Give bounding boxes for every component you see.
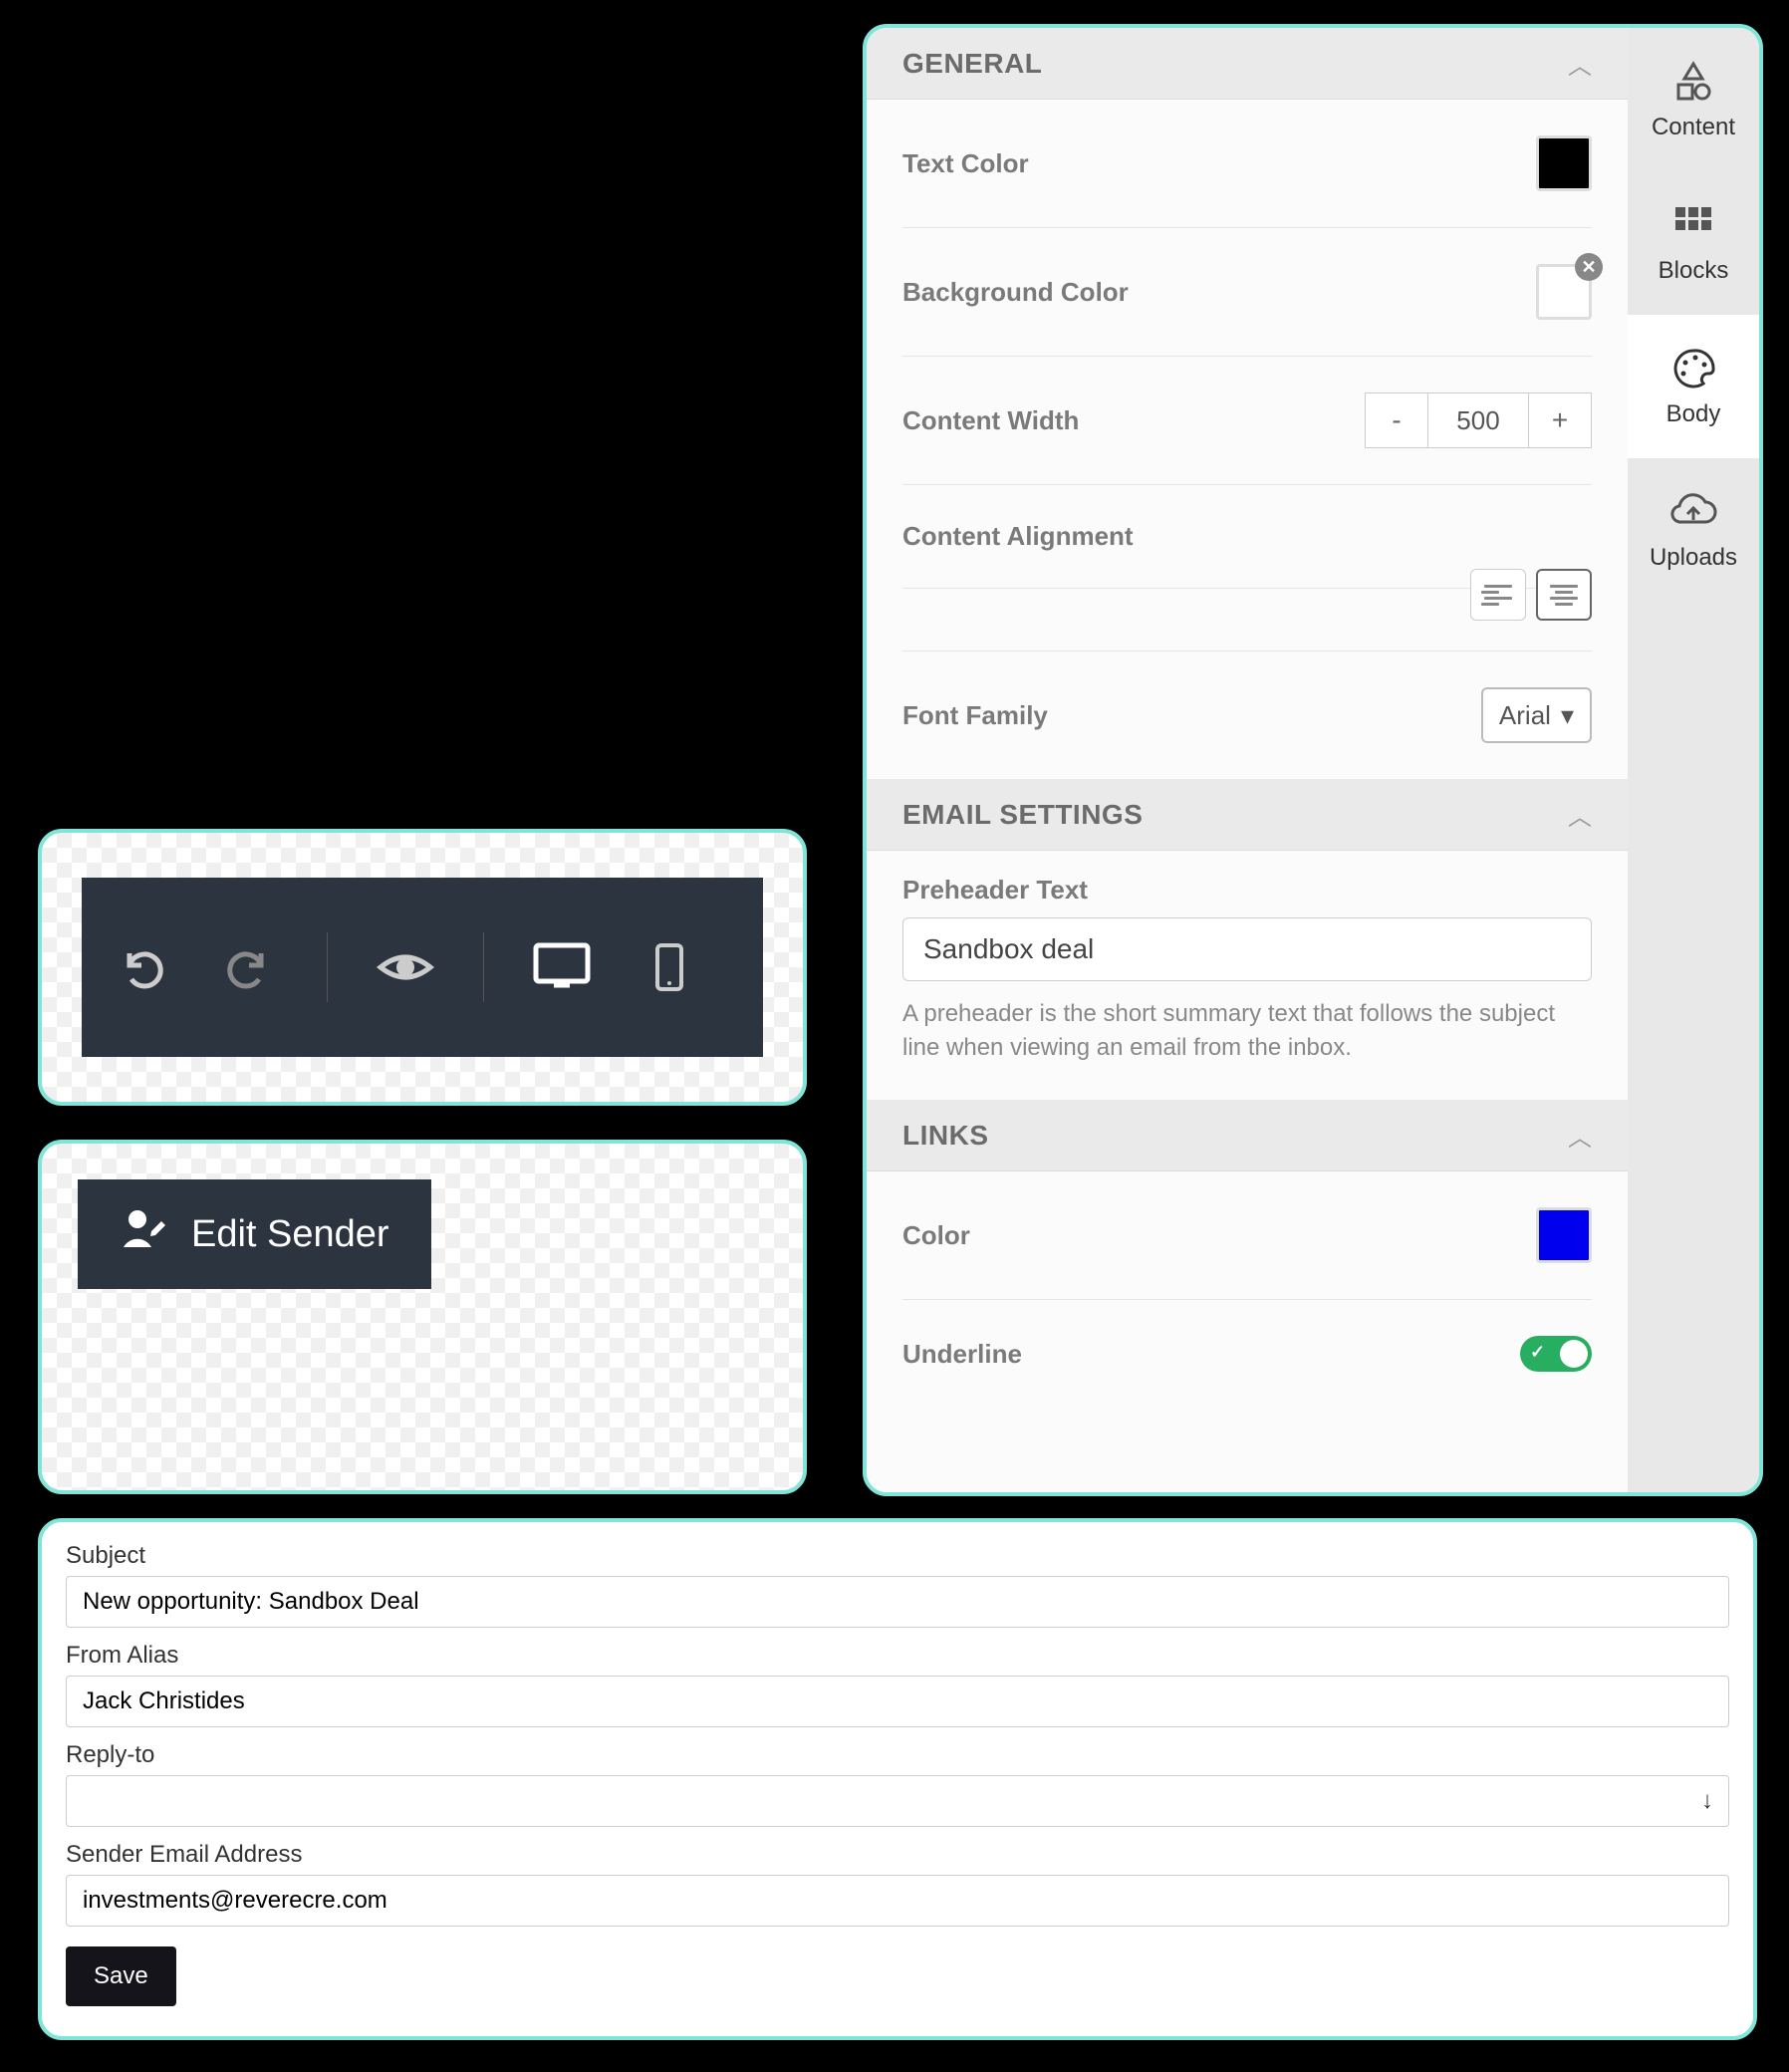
tab-content[interactable]: Content — [1628, 28, 1759, 171]
reply-to-label: Reply-to — [66, 1741, 1729, 1769]
toolbar-panel — [38, 829, 807, 1106]
bg-color-row: Background Color ✕ — [902, 228, 1592, 357]
subject-input[interactable] — [66, 1576, 1729, 1628]
general-body: Text Color Background Color ✕ Content Wi… — [867, 100, 1628, 779]
divider — [483, 932, 484, 1002]
edit-sender-button[interactable]: Edit Sender — [78, 1179, 431, 1289]
preheader-label: Preheader Text — [902, 875, 1592, 906]
general-header[interactable]: GENERAL ︿ — [867, 28, 1628, 100]
edit-sender-panel: Edit Sender — [38, 1140, 807, 1494]
underline-row: Underline — [902, 1300, 1592, 1408]
links-title: LINKS — [902, 1120, 989, 1152]
reply-to-select-wrap — [66, 1775, 1729, 1827]
sender-email-label: Sender Email Address — [66, 1841, 1729, 1869]
desktop-icon[interactable] — [532, 937, 592, 997]
width-input[interactable] — [1428, 392, 1528, 448]
width-decrement-button[interactable]: - — [1365, 392, 1428, 448]
align-left-button[interactable] — [1470, 569, 1526, 621]
dropdown-caret-icon: ▾ — [1561, 700, 1574, 731]
bg-color-label: Background Color — [902, 277, 1129, 308]
from-alias-input[interactable] — [66, 1676, 1729, 1727]
chevron-up-icon: ︿ — [1568, 1118, 1592, 1153]
tab-uploads-label: Uploads — [1650, 544, 1737, 572]
preheader-input[interactable] — [902, 917, 1592, 981]
undo-icon[interactable] — [112, 937, 171, 997]
preview-icon[interactable] — [376, 937, 435, 997]
grid-icon — [1669, 201, 1717, 249]
subject-label: Subject — [66, 1542, 1729, 1570]
link-color-swatch[interactable] — [1536, 1207, 1592, 1263]
general-title: GENERAL — [902, 48, 1042, 80]
bg-color-swatch[interactable]: ✕ — [1536, 264, 1592, 320]
content-width-row: Content Width - + — [902, 357, 1592, 485]
underline-label: Underline — [902, 1339, 1022, 1370]
email-settings-body: Preheader Text A preheader is the short … — [867, 851, 1628, 1100]
email-settings-title: EMAIL SETTINGS — [902, 799, 1143, 831]
cloud-upload-icon — [1669, 488, 1717, 536]
settings-main: GENERAL ︿ Text Color Background Color ✕ … — [867, 28, 1628, 1492]
sender-email-input[interactable] — [66, 1875, 1729, 1927]
edit-sender-label: Edit Sender — [191, 1213, 389, 1256]
text-color-label: Text Color — [902, 148, 1029, 179]
align-center-button[interactable] — [1536, 569, 1592, 621]
sender-form-panel: Subject From Alias Reply-to Sender Email… — [38, 1518, 1757, 2040]
chevron-up-icon: ︿ — [1568, 46, 1592, 81]
shapes-icon — [1669, 58, 1717, 106]
tab-blocks-label: Blocks — [1659, 257, 1729, 285]
text-color-swatch[interactable] — [1536, 135, 1592, 191]
user-edit-icon — [120, 1207, 167, 1261]
tab-blocks[interactable]: Blocks — [1628, 171, 1759, 315]
clear-color-icon[interactable]: ✕ — [1575, 253, 1603, 281]
links-header[interactable]: LINKS ︿ — [867, 1100, 1628, 1171]
body-settings-panel: GENERAL ︿ Text Color Background Color ✕ … — [863, 24, 1763, 1496]
text-color-row: Text Color — [902, 100, 1592, 228]
tab-uploads[interactable]: Uploads — [1628, 458, 1759, 602]
mobile-icon[interactable] — [639, 937, 699, 997]
font-family-value: Arial — [1499, 700, 1551, 731]
link-color-row: Color — [902, 1171, 1592, 1300]
reply-to-select[interactable] — [66, 1775, 1729, 1827]
palette-icon — [1669, 345, 1717, 392]
font-family-label: Font Family — [902, 700, 1048, 731]
link-color-label: Color — [902, 1220, 970, 1251]
content-align-label: Content Alignment — [902, 521, 1134, 552]
save-button[interactable]: Save — [66, 1946, 176, 2006]
redo-icon[interactable] — [219, 937, 279, 997]
width-increment-button[interactable]: + — [1528, 392, 1592, 448]
chevron-up-icon: ︿ — [1568, 797, 1592, 832]
preheader-help: A preheader is the short summary text th… — [902, 997, 1592, 1064]
tab-body-label: Body — [1666, 400, 1721, 428]
tab-body[interactable]: Body — [1628, 315, 1759, 458]
font-family-row: Font Family Arial ▾ — [902, 651, 1592, 779]
right-tabs: Content Blocks Body Uploads — [1628, 28, 1759, 1492]
from-alias-label: From Alias — [66, 1642, 1729, 1670]
links-body: Color Underline — [867, 1171, 1628, 1408]
font-family-select[interactable]: Arial ▾ — [1481, 687, 1592, 743]
divider — [327, 932, 328, 1002]
email-settings-header[interactable]: EMAIL SETTINGS ︿ — [867, 779, 1628, 851]
underline-toggle[interactable] — [1520, 1336, 1592, 1372]
content-width-stepper: - + — [1365, 392, 1592, 448]
align-buttons — [1470, 569, 1592, 621]
editor-toolbar — [82, 878, 763, 1057]
tab-content-label: Content — [1652, 114, 1735, 141]
content-width-label: Content Width — [902, 405, 1079, 436]
